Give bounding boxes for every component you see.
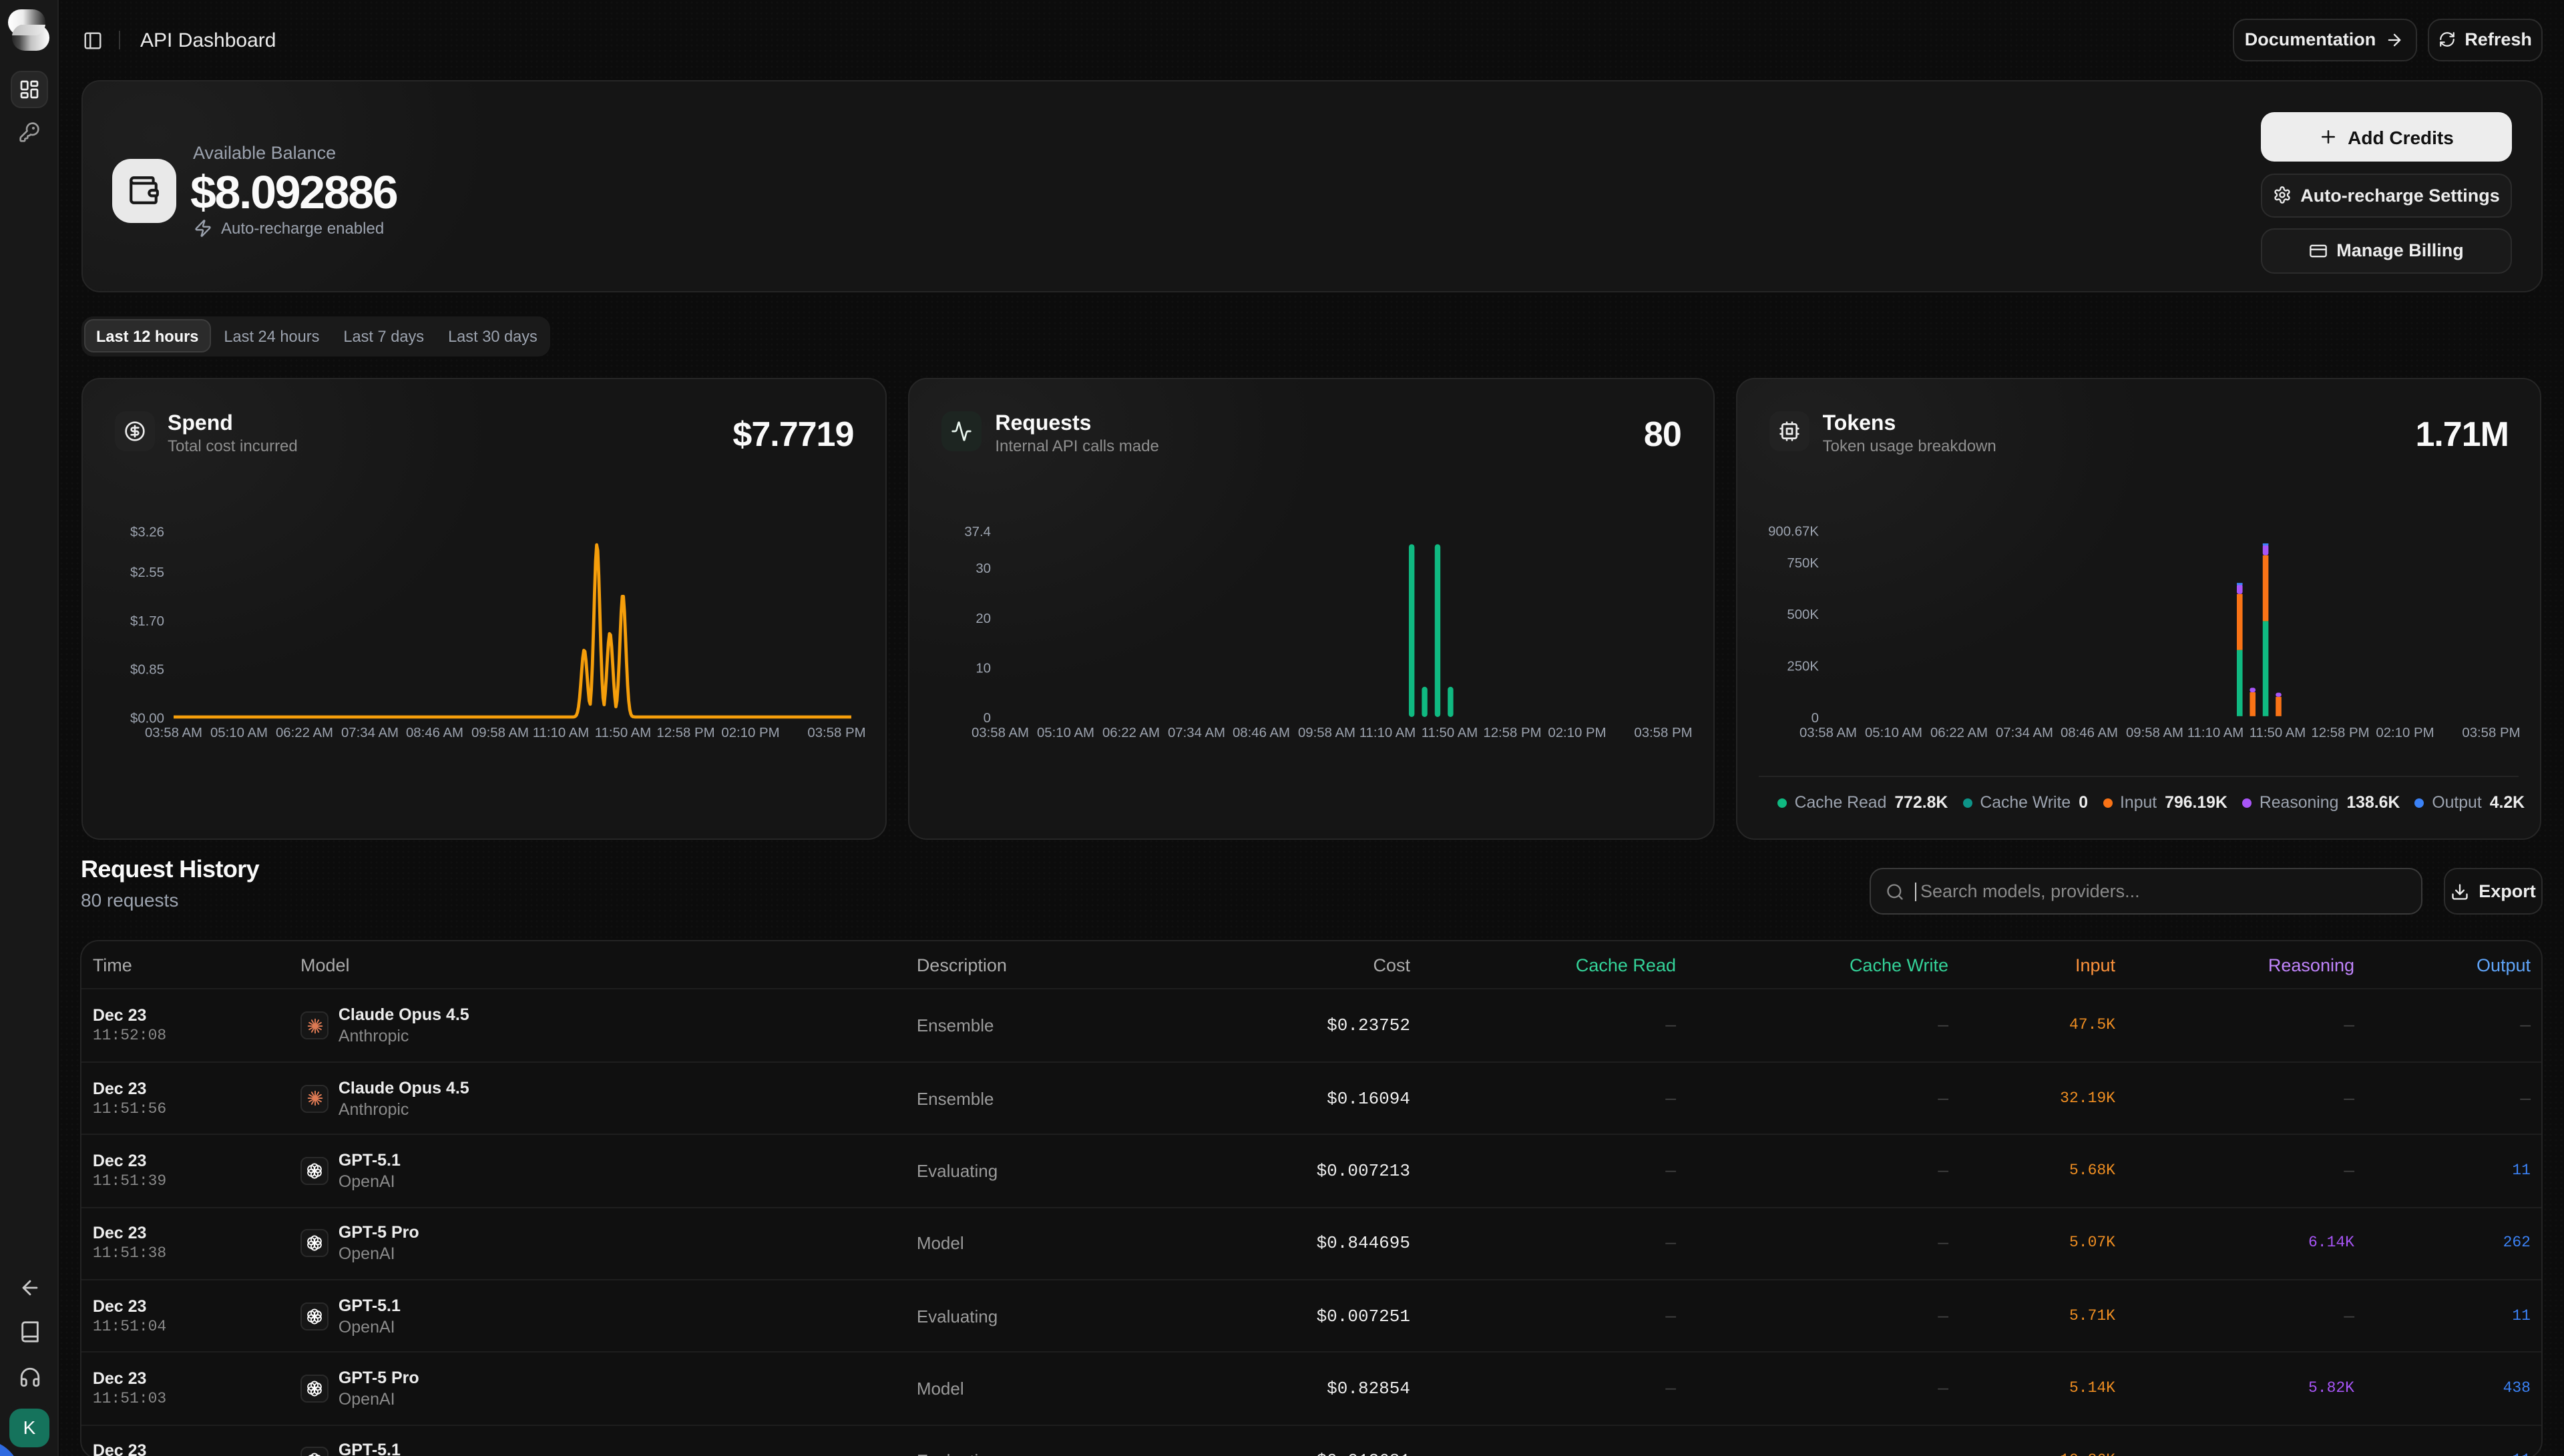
svg-text:$1.70: $1.70 [130,614,164,629]
svg-text:12:58 PM: 12:58 PM [1484,726,1542,740]
svg-text:09:58 AM: 09:58 AM [2126,726,2183,740]
svg-text:11:10 AM: 11:10 AM [532,726,589,740]
svg-text:02:10 PM: 02:10 PM [2376,726,2434,740]
svg-text:02:10 PM: 02:10 PM [1548,726,1607,740]
svg-text:06:22 AM: 06:22 AM [1930,726,1988,740]
svg-text:500K: 500K [1787,608,1819,622]
svg-text:10: 10 [976,661,992,676]
svg-text:250K: 250K [1787,660,1819,674]
svg-text:06:22 AM: 06:22 AM [1102,726,1160,740]
svg-text:11:10 AM: 11:10 AM [1359,726,1416,740]
svg-text:900.67K: 900.67K [1768,525,1819,539]
svg-text:30: 30 [976,561,992,576]
svg-text:08:46 AM: 08:46 AM [405,726,463,740]
svg-text:$0.85: $0.85 [130,663,164,678]
svg-text:11:10 AM: 11:10 AM [2187,726,2244,740]
svg-text:11:50 AM: 11:50 AM [2249,726,2306,740]
svg-text:07:34 AM: 07:34 AM [341,726,398,740]
svg-text:$3.26: $3.26 [130,525,164,539]
svg-text:12:58 PM: 12:58 PM [2311,726,2369,740]
svg-text:$0.00: $0.00 [130,711,164,726]
svg-text:12:58 PM: 12:58 PM [656,726,714,740]
svg-text:$2.55: $2.55 [130,565,164,580]
svg-text:11:50 AM: 11:50 AM [594,726,651,740]
svg-text:09:58 AM: 09:58 AM [471,726,528,740]
svg-text:03:58 AM: 03:58 AM [1799,726,1857,740]
svg-text:06:22 AM: 06:22 AM [275,726,333,740]
svg-text:05:10 AM: 05:10 AM [1865,726,1922,740]
svg-text:05:10 AM: 05:10 AM [1037,726,1094,740]
svg-text:08:46 AM: 08:46 AM [2061,726,2118,740]
svg-text:03:58 PM: 03:58 PM [807,726,865,740]
svg-text:11:50 AM: 11:50 AM [1422,726,1478,740]
svg-text:02:10 PM: 02:10 PM [720,726,779,740]
svg-text:20: 20 [976,612,992,626]
svg-text:07:34 AM: 07:34 AM [1168,726,1225,740]
svg-text:03:58 PM: 03:58 PM [1635,726,1693,740]
svg-text:0: 0 [1811,711,1818,726]
svg-text:750K: 750K [1787,556,1819,571]
svg-text:03:58 AM: 03:58 AM [144,726,202,740]
svg-text:07:34 AM: 07:34 AM [1996,726,2053,740]
svg-text:09:58 AM: 09:58 AM [1298,726,1355,740]
svg-text:03:58 AM: 03:58 AM [972,726,1029,740]
svg-text:03:58 PM: 03:58 PM [2462,726,2520,740]
svg-text:05:10 AM: 05:10 AM [210,726,267,740]
svg-text:37.4: 37.4 [965,525,992,539]
svg-text:08:46 AM: 08:46 AM [1233,726,1290,740]
svg-text:0: 0 [984,711,991,726]
